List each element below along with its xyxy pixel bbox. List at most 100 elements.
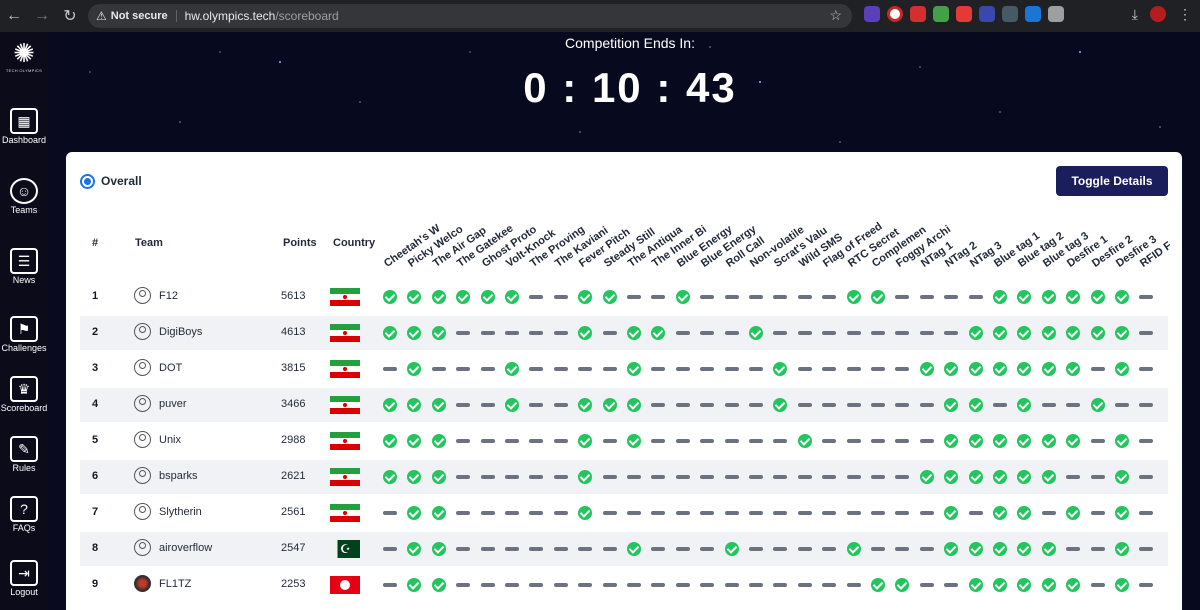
team-name[interactable]: Unix	[159, 434, 181, 446]
team-name[interactable]: FL1TZ	[159, 578, 191, 590]
country-flag-iran	[330, 396, 360, 414]
unsolved-dash-icon	[919, 403, 934, 407]
sidebar-item-teams[interactable]: ☺ Teams	[0, 178, 48, 215]
team-avatar-icon	[134, 395, 151, 412]
bookmark-star-icon[interactable]: ☆	[829, 7, 842, 24]
solved-check-icon	[407, 434, 422, 448]
toggle-details-button[interactable]: Toggle Details	[1056, 166, 1168, 196]
extension-icon[interactable]	[979, 6, 995, 22]
solved-check-icon	[505, 362, 519, 376]
back-icon[interactable]: ←	[0, 2, 28, 30]
download-icon[interactable]: ⤓	[1132, 6, 1138, 23]
table-row[interactable]: 7 Slytherin 2561	[80, 496, 1168, 530]
sidebar-item-label: Challenges	[1, 343, 47, 353]
solved-check-icon	[431, 434, 446, 448]
solved-check-icon	[871, 578, 885, 592]
solved-check-icon	[1066, 326, 1081, 340]
team-name[interactable]: bsparks	[159, 470, 198, 482]
unsolved-dash-icon	[456, 439, 471, 443]
extension-icon[interactable]	[956, 6, 972, 22]
profile-avatar[interactable]	[1150, 6, 1166, 22]
rank-cell: 2	[92, 326, 99, 338]
solved-check-icon	[383, 290, 397, 304]
unsolved-dash-icon	[1139, 583, 1154, 587]
faqs-icon: ?	[10, 496, 38, 522]
unsolved-dash-icon	[553, 475, 568, 479]
unsolved-dash-icon	[480, 475, 495, 479]
dashboard-icon: ▦	[10, 108, 38, 134]
solved-check-icon	[1115, 506, 1129, 520]
sidebar-item-dashboard[interactable]: ▦ Dashboard	[0, 108, 48, 145]
unsolved-dash-icon	[553, 367, 568, 371]
solved-check-icon	[968, 434, 983, 448]
unsolved-dash-icon	[871, 403, 885, 407]
overall-radio[interactable]	[80, 174, 95, 189]
sidebar-item-news[interactable]: ☰ News	[0, 248, 48, 285]
reload-icon[interactable]: ↻	[56, 2, 84, 30]
extension-icon[interactable]	[1002, 6, 1018, 22]
sidebar-item-logout[interactable]: ⇥ Logout	[0, 560, 48, 597]
unsolved-dash-icon	[529, 439, 544, 443]
table-row[interactable]: 3 DOT 3815	[80, 352, 1168, 386]
extension-icon[interactable]	[864, 6, 880, 22]
solved-check-icon	[627, 434, 641, 448]
solved-check-icon	[993, 434, 1007, 448]
unsolved-dash-icon	[627, 295, 641, 299]
team-name[interactable]: DOT	[159, 362, 182, 374]
extension-icon[interactable]	[1025, 6, 1041, 22]
extension-icon[interactable]	[887, 6, 903, 22]
team-name[interactable]: Slytherin	[159, 506, 202, 518]
unsolved-dash-icon	[1066, 475, 1081, 479]
rank-cell: 3	[92, 362, 99, 374]
sidebar-item-challenges[interactable]: ⚑ Challenges	[0, 316, 48, 353]
unsolved-dash-icon	[675, 367, 690, 371]
unsolved-dash-icon	[797, 367, 812, 371]
country-header: Country	[333, 237, 376, 249]
solved-check-icon	[993, 542, 1007, 556]
unsolved-dash-icon	[578, 583, 593, 587]
unsolved-dash-icon	[724, 583, 739, 587]
unsolved-dash-icon	[944, 295, 959, 299]
solved-check-icon	[1041, 434, 1056, 448]
table-row[interactable]: 5 Unix 2988	[80, 424, 1168, 458]
address-bar[interactable]: ⚠ Not secure hw.olympics.tech/scoreboard…	[88, 4, 852, 28]
team-name[interactable]: airoverflow	[159, 542, 212, 554]
unsolved-dash-icon	[944, 583, 959, 587]
table-row[interactable]: 8 airoverflow 2547	[80, 532, 1168, 566]
solved-check-icon	[505, 290, 519, 304]
table-row[interactable]: 9 FL1TZ 2253	[80, 568, 1168, 602]
sidebar-item-rules[interactable]: ✎ Rules	[0, 436, 48, 473]
solved-check-icon	[1041, 542, 1056, 556]
team-avatar-icon	[134, 503, 151, 520]
team-name[interactable]: F12	[159, 290, 178, 302]
unsolved-dash-icon	[627, 583, 641, 587]
table-row[interactable]: 2 DigiBoys 4613	[80, 316, 1168, 350]
team-name[interactable]: puver	[159, 398, 187, 410]
solved-check-icon	[480, 290, 495, 304]
team-name[interactable]: DigiBoys	[159, 326, 202, 338]
forward-icon[interactable]: →	[28, 2, 56, 30]
table-row[interactable]: 6 bsparks 2621	[80, 460, 1168, 494]
unsolved-dash-icon	[505, 439, 519, 443]
unsolved-dash-icon	[505, 511, 519, 515]
table-row[interactable]: 4 puver 3466	[80, 388, 1168, 422]
unsolved-dash-icon	[700, 367, 715, 371]
points-cell: 5613	[281, 290, 306, 302]
solved-check-icon	[968, 362, 983, 376]
sidebar-item-faqs[interactable]: ? FAQs	[0, 496, 48, 533]
unsolved-dash-icon	[383, 367, 397, 371]
table-row[interactable]: 1 F12 5613	[80, 280, 1168, 314]
unsolved-dash-icon	[602, 475, 617, 479]
unsolved-dash-icon	[871, 439, 885, 443]
unsolved-dash-icon	[505, 331, 519, 335]
unsolved-dash-icon	[529, 547, 544, 551]
solved-check-icon	[944, 470, 959, 484]
solved-check-icon	[431, 506, 446, 520]
extension-icon[interactable]	[1048, 6, 1064, 22]
sidebar-item-scoreboard[interactable]: ♛ Scoreboard	[0, 376, 48, 413]
menu-icon[interactable]: ⋮	[1178, 6, 1192, 23]
extension-icon[interactable]	[933, 6, 949, 22]
extension-icon[interactable]	[910, 6, 926, 22]
unsolved-dash-icon	[773, 475, 788, 479]
unsolved-dash-icon	[553, 583, 568, 587]
